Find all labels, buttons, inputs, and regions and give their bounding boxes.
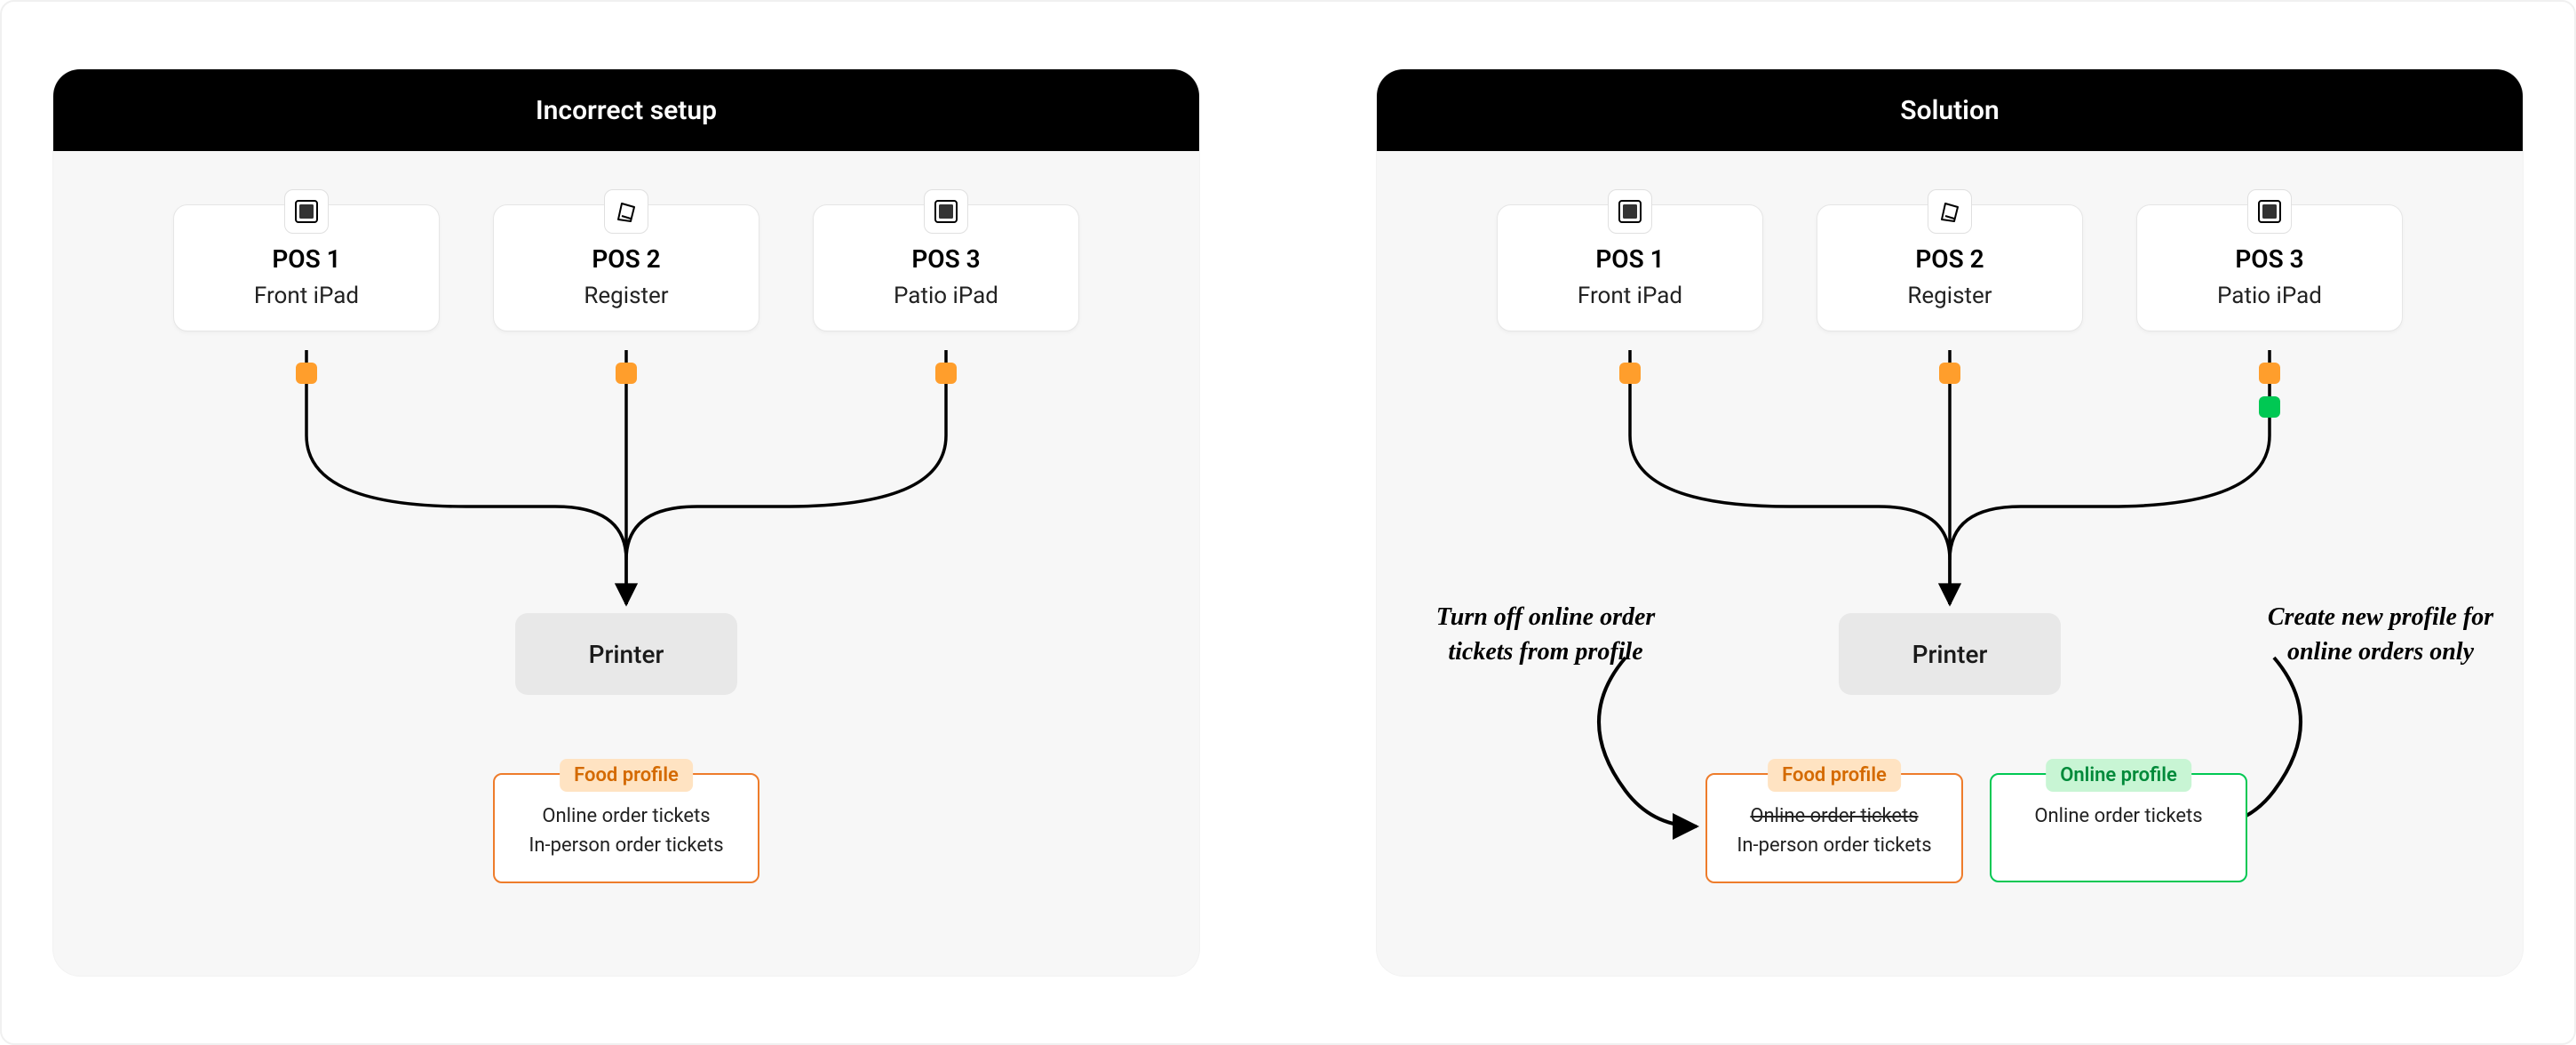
profile-dot-green — [2259, 396, 2280, 418]
pos-title: POS 3 — [2137, 244, 2402, 274]
food-profile-card: Food profile Online order tickets In-per… — [1705, 773, 1963, 883]
profile-line: Online order tickets — [520, 802, 733, 831]
panel-title: Solution — [1377, 69, 2523, 151]
pos-title: POS 1 — [174, 244, 439, 274]
profile-line: In-person order tickets — [1732, 831, 1936, 860]
pos-row: POS 1 Front iPad POS 2 Register POS 3 Pa… — [53, 204, 1199, 331]
profile-dot-orange — [1939, 363, 1960, 384]
food-profile-card: Food profile Online order tickets In-per… — [493, 773, 759, 883]
printer-node: Printer — [515, 613, 737, 695]
incorrect-setup-panel: Incorrect setup POS 1 Front iPad POS 2 R… — [53, 69, 1199, 976]
pos-subtitle: Patio iPad — [814, 283, 1078, 309]
pos-row: POS 1 Front iPad POS 2 Register POS 3 Pa… — [1377, 204, 2523, 331]
pos-subtitle: Patio iPad — [2137, 283, 2402, 309]
pos-title: POS 2 — [494, 244, 759, 274]
profile-line: In-person order tickets — [520, 831, 733, 860]
panel-body: POS 1 Front iPad POS 2 Register POS 3 Pa… — [53, 151, 1199, 976]
profile-dot-orange — [616, 363, 637, 384]
pos-subtitle: Front iPad — [174, 283, 439, 309]
pos-subtitle: Register — [494, 283, 759, 309]
handwritten-note-left: Turn off online order tickets from profi… — [1430, 600, 1661, 669]
tablet-icon — [924, 189, 968, 234]
register-icon — [1928, 189, 1972, 234]
pos-subtitle: Register — [1817, 283, 2082, 309]
pos-card-2: POS 2 Register — [1817, 204, 2083, 331]
pos-card-3: POS 3 Patio iPad — [2136, 204, 2403, 331]
online-profile-card: Online profile Online order tickets — [1990, 773, 2247, 882]
profile-dot-orange — [296, 363, 317, 384]
printer-node: Printer — [1839, 613, 2061, 695]
pos-subtitle: Front iPad — [1498, 283, 1762, 309]
profile-dot-orange — [1619, 363, 1641, 384]
tablet-icon — [1608, 189, 1652, 234]
pos-card-3: POS 3 Patio iPad — [813, 204, 1079, 331]
page-canvas: Incorrect setup POS 1 Front iPad POS 2 R… — [0, 0, 2576, 1045]
panel-body: POS 1 Front iPad POS 2 Register POS 3 Pa… — [1377, 151, 2523, 976]
pos-title: POS 2 — [1817, 244, 2082, 274]
profile-badge: Food profile — [1768, 759, 1901, 792]
tablet-icon — [2247, 189, 2292, 234]
pos-card-1: POS 1 Front iPad — [173, 204, 440, 331]
tablet-icon — [284, 189, 329, 234]
register-icon — [604, 189, 648, 234]
panel-title: Incorrect setup — [53, 69, 1199, 151]
profile-line: Online order tickets — [2016, 802, 2221, 831]
profile-dot-orange — [935, 363, 957, 384]
solution-panel: Solution POS 1 Front iPad POS 2 Register — [1377, 69, 2523, 976]
pos-title: POS 3 — [814, 244, 1078, 274]
pos-card-2: POS 2 Register — [493, 204, 759, 331]
pos-card-1: POS 1 Front iPad — [1497, 204, 1763, 331]
profile-dot-orange — [2259, 363, 2280, 384]
profile-badge: Online profile — [2046, 759, 2191, 792]
profile-badge: Food profile — [560, 759, 693, 792]
pos-title: POS 1 — [1498, 244, 1762, 274]
profile-line-strike: Online order tickets — [1732, 802, 1936, 831]
handwritten-note-right: Create new profile for online orders onl… — [2265, 600, 2496, 669]
